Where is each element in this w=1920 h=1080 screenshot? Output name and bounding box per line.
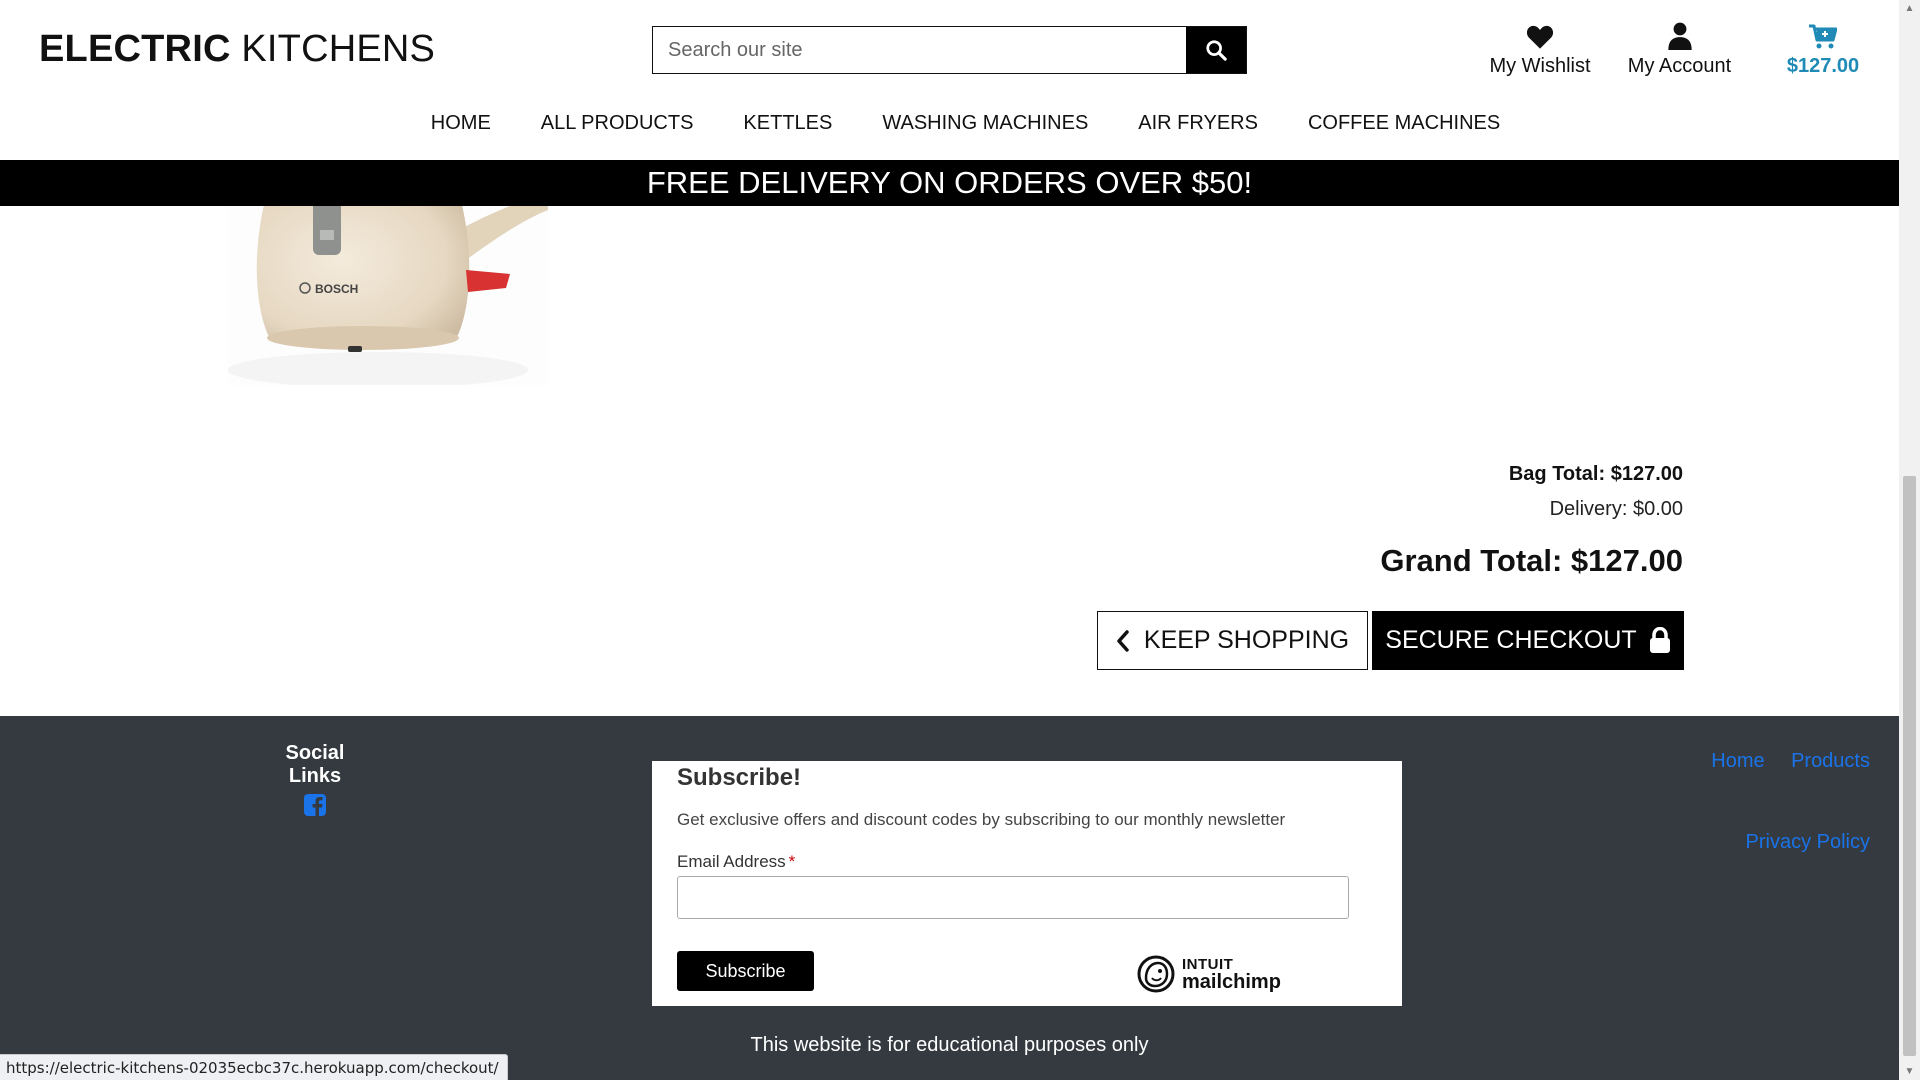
bag-totals: Bag Total: $127.00 Delivery: $0.00 Grand… xyxy=(1380,463,1683,579)
footer-link-privacy-policy[interactable]: Privacy Policy xyxy=(1746,831,1870,853)
nav-home[interactable]: HOME xyxy=(406,112,516,135)
facebook-link[interactable] xyxy=(304,794,326,821)
nav-kettles[interactable]: KETTLES xyxy=(718,112,857,135)
link-status-bar: https://electric-kitchens-02035ecbc37c.h… xyxy=(0,1054,508,1080)
secure-checkout-label: SECURE CHECKOUT xyxy=(1385,626,1637,654)
user-icon xyxy=(1667,22,1692,50)
social-links: Social Links xyxy=(265,742,365,821)
footer-link-home[interactable]: Home xyxy=(1711,750,1764,772)
search-input[interactable] xyxy=(653,27,1186,73)
nav-air-fryers[interactable]: AIR FRYERS xyxy=(1113,112,1283,135)
intuit-text: INTUIT xyxy=(1182,955,1234,973)
lock-icon xyxy=(1649,627,1670,653)
keep-shopping-label: KEEP SHOPPING xyxy=(1143,626,1350,654)
email-label: Email Address * xyxy=(677,852,796,871)
facebook-icon xyxy=(304,794,326,816)
wishlist-link[interactable]: My Wishlist xyxy=(1485,20,1595,78)
social-links-title: Social Links xyxy=(285,742,345,787)
chevron-left-icon xyxy=(1117,629,1129,652)
site-header: ELECTRIC KITCHENS My Wishlist xyxy=(0,0,1899,160)
account-label: My Account xyxy=(1627,55,1732,77)
scroll-down-arrow-icon[interactable]: ▼ xyxy=(1899,1063,1920,1080)
nav-all-products[interactable]: ALL PRODUCTS xyxy=(516,112,719,135)
page-scrollbar[interactable]: ▲ ▼ xyxy=(1899,0,1920,1080)
main-nav: HOME ALL PRODUCTS KETTLES WASHING MACHIN… xyxy=(0,112,1899,135)
scrollbar-thumb[interactable] xyxy=(1903,476,1916,1056)
cart-icon xyxy=(1809,24,1837,49)
search-button[interactable] xyxy=(1186,27,1246,73)
wishlist-label: My Wishlist xyxy=(1489,55,1591,77)
mailchimp-text: mailchimp xyxy=(1182,970,1281,993)
account-link[interactable]: My Account xyxy=(1622,20,1737,78)
mailchimp-logo[interactable]: INTUIT mailchimp xyxy=(1136,954,1281,994)
search-bar xyxy=(652,26,1247,74)
page: BOSCH ELECTRIC KITCHENS Search our site … xyxy=(0,0,1899,1080)
mailchimp-logo-icon xyxy=(1137,955,1175,993)
site-logo[interactable]: ELECTRIC KITCHENS xyxy=(39,28,435,71)
keep-shopping-button[interactable]: KEEP SHOPPING xyxy=(1097,611,1368,670)
shopping-bag-link[interactable]: $127.00 xyxy=(1778,20,1868,78)
newsletter-signup: Subscribe! Get exclusive offers and disc… xyxy=(652,761,1402,1006)
delivery-cost: Delivery: $0.00 xyxy=(1549,498,1683,520)
bag-total-amount: $127.00 xyxy=(1786,55,1860,77)
scroll-up-arrow-icon[interactable]: ▲ xyxy=(1899,0,1920,17)
bag-total: Bag Total: $127.00 xyxy=(1508,463,1683,485)
svg-text:BOSCH: BOSCH xyxy=(315,282,358,296)
secure-checkout-button[interactable]: SECURE CHECKOUT xyxy=(1372,611,1684,670)
heart-icon xyxy=(1526,25,1554,49)
grand-total: Grand Total: $127.00 xyxy=(1380,543,1683,578)
subscribe-button[interactable]: Subscribe xyxy=(677,951,814,991)
search-icon xyxy=(1206,40,1227,61)
nav-washing-machines[interactable]: WASHING MACHINES xyxy=(857,112,1113,135)
nav-coffee-machines[interactable]: COFFEE MACHINES xyxy=(1283,112,1525,135)
site-footer: Social Links Subscribe! Get exclusive of… xyxy=(0,716,1899,1080)
promo-banner: FREE DELIVERY ON ORDERS OVER $50! xyxy=(0,160,1899,206)
email-field[interactable] xyxy=(677,876,1349,919)
subscribe-title: Subscribe! xyxy=(677,764,802,791)
footer-link-products[interactable]: Products xyxy=(1791,750,1870,772)
subscribe-description: Get exclusive offers and discount codes … xyxy=(677,810,1286,829)
footer-links: Home Products Privacy Policy xyxy=(1689,750,1870,854)
